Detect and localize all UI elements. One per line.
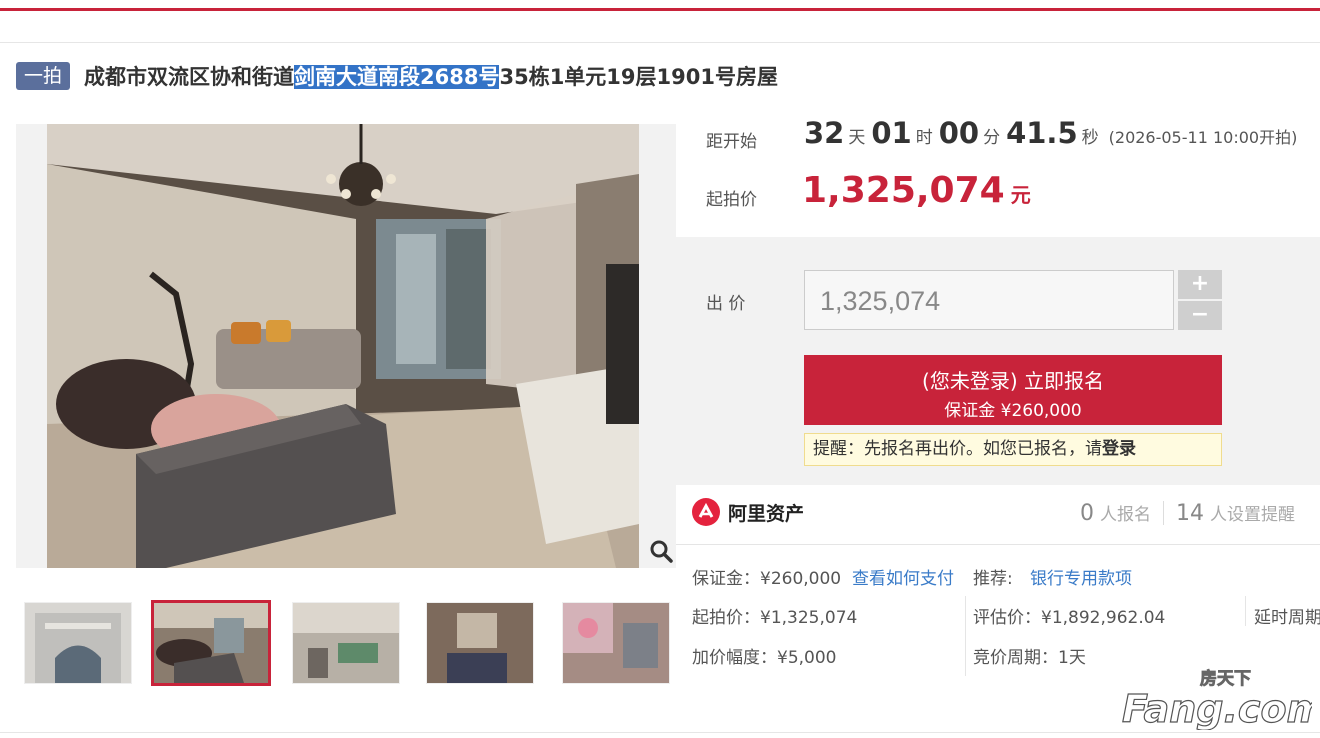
building-exterior-thumb (25, 603, 131, 683)
fang-watermark-logo: 房天下 Fang.com (1122, 668, 1312, 730)
register-now-button[interactable]: (您未登录) 立即报名 保证金 ¥260,000 (804, 355, 1222, 425)
photo-thumbnail-strip (16, 600, 676, 686)
dining-room-thumb (293, 603, 399, 683)
ali-assets-brand: 阿里资产 (692, 498, 804, 526)
title-part-2: 35栋1单元19层1901号房屋 (499, 65, 778, 89)
appraisal-info: 评估价：¥1,892,962.04 (973, 608, 1166, 628)
bid-amount-input[interactable]: 1,325,074 (804, 270, 1174, 330)
days-unit: 天 (848, 128, 866, 148)
watermark-line2: Fang.com (1122, 687, 1312, 730)
watermark-line1: 房天下 (1200, 668, 1251, 689)
zoom-icon[interactable] (648, 538, 674, 564)
thumbnail-5[interactable] (562, 602, 670, 684)
listing-title: 成都市双流区协和街道剑南大道南段2688号35栋1单元19层1901号房屋 (84, 61, 778, 91)
delay-cycle-info: 延时周期 (1254, 608, 1320, 628)
details-column-divider-2 (1245, 596, 1246, 626)
reminder-label: 人设置提醒 (1210, 505, 1295, 525)
ali-assets-logo-icon (692, 498, 720, 526)
living-room-thumb (154, 603, 268, 683)
hours-unit: 时 (915, 128, 933, 148)
thumbnail-4[interactable] (426, 602, 534, 684)
auction-stats: 0 人报名 14 人设置提醒 (1080, 500, 1295, 526)
registered-count: 0 (1080, 501, 1094, 526)
ali-assets-name: 阿里资产 (728, 502, 805, 525)
kids-room-thumb (563, 603, 669, 683)
details-divider (676, 544, 1320, 545)
seconds-unit: 秒 (1081, 128, 1099, 148)
main-property-photo[interactable] (16, 124, 676, 568)
bank-funds-link[interactable]: 银行专用款项 (1030, 564, 1132, 589)
countdown-label: 距开始 (706, 132, 757, 152)
countdown-days: 32 (804, 116, 845, 150)
top-accent-line (0, 8, 1320, 11)
minutes-unit: 分 (983, 128, 1001, 148)
registered-label: 人报名 (1100, 505, 1151, 525)
deposit-info: 保证金：¥260,000 (692, 569, 842, 589)
start-price-info: 起拍价：¥1,325,074 (692, 608, 858, 628)
bid-increase-button[interactable]: + (1178, 270, 1222, 299)
starting-price: 1,325,074 元 (802, 170, 1031, 211)
bedroom-thumb (427, 603, 533, 683)
bidding-cycle-info: 竞价周期：1天 (973, 648, 1086, 668)
living-room-photo (16, 124, 676, 568)
title-selected-text: 剑南大道南段2688号 (294, 65, 500, 89)
starting-price-value: 1,325,074 (802, 170, 1005, 211)
thumbnail-3[interactable] (292, 602, 400, 684)
bid-label: 出 价 (706, 294, 746, 314)
thumbnail-1[interactable] (24, 602, 132, 684)
bid-decrease-button[interactable]: − (1178, 301, 1222, 330)
title-part-1: 成都市双流区协和街道 (84, 65, 295, 89)
details-column-divider (965, 596, 966, 676)
starting-price-unit: 元 (1010, 183, 1031, 207)
how-to-pay-link[interactable]: 查看如何支付 (852, 564, 954, 589)
auction-round-badge: 一拍 (16, 62, 71, 90)
countdown-seconds: 41.5 (1006, 116, 1078, 150)
reminder-text: 提醒：先报名再出价。如您已报名，请 (813, 439, 1102, 459)
stats-divider (1163, 501, 1164, 525)
countdown-timer: 32 天 01 时 00 分 41.5 秒 (2026-05-11 10:00开拍) (804, 116, 1297, 150)
starting-price-label: 起拍价 (706, 190, 757, 210)
recommend-label: 推荐: (973, 569, 1013, 589)
increment-info: 加价幅度：¥5,000 (692, 648, 837, 668)
countdown-minutes: 00 (938, 116, 980, 150)
thumbnail-2-selected[interactable] (151, 600, 271, 686)
header-divider (0, 42, 1320, 43)
login-link[interactable]: 登录 (1102, 439, 1136, 459)
register-button-deposit: 保证金 ¥260,000 (944, 401, 1082, 421)
listing-title-row: 一拍 成都市双流区协和街道剑南大道南段2688号35栋1单元19层1901号房屋 (16, 60, 778, 92)
login-reminder: 提醒：先报名再出价。如您已报名，请登录 (804, 433, 1222, 466)
countdown-hours: 01 (871, 116, 912, 150)
footer-divider (0, 732, 1320, 733)
register-button-label: (您未登录) 立即报名 (922, 369, 1104, 393)
start-time-text: (2026-05-11 10:00开拍) (1108, 128, 1298, 147)
reminder-count: 14 (1176, 501, 1204, 526)
